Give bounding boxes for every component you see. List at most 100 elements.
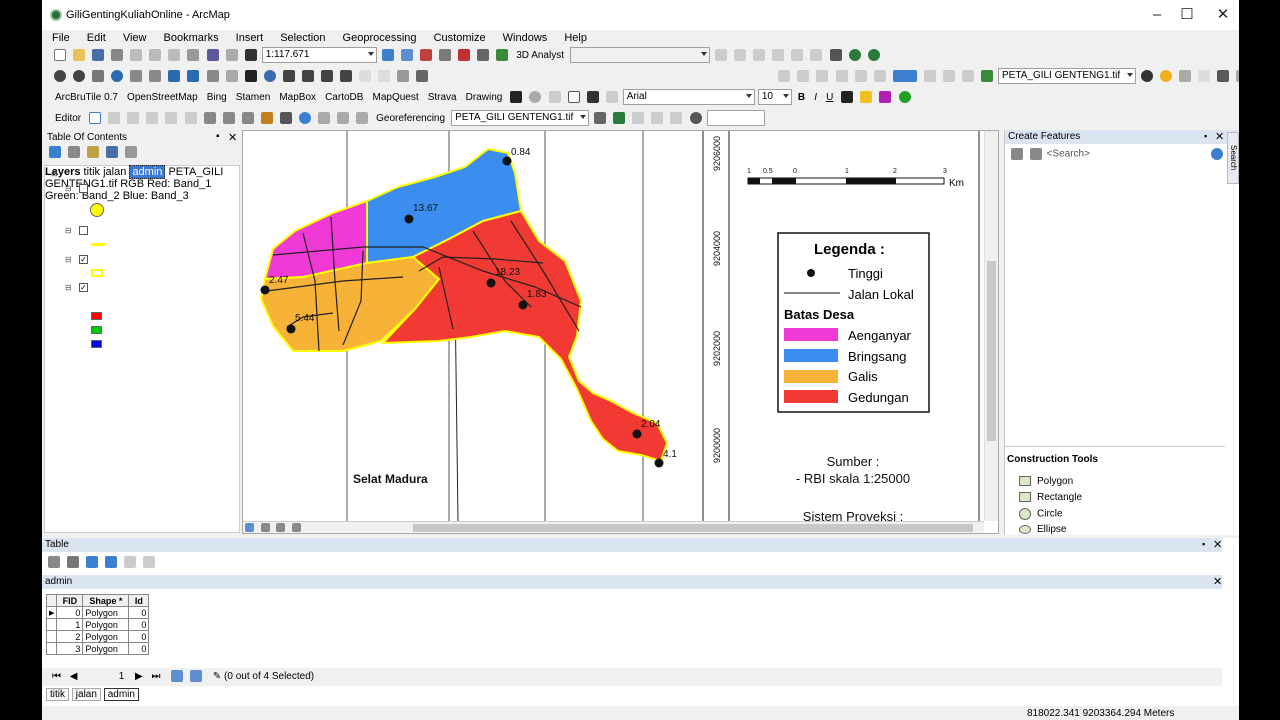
arcbrutile-menu[interactable]: ArcBruTile 0.7 <box>55 92 118 103</box>
go-to-xy-icon[interactable] <box>320 70 333 82</box>
create-features-close-icon[interactable]: ✕ <box>1215 130 1224 143</box>
list-by-source-icon[interactable] <box>68 146 81 159</box>
zoom-elements-icon[interactable] <box>548 91 561 103</box>
list-by-selection-icon[interactable] <box>106 146 119 159</box>
3d-tool-3-icon[interactable] <box>753 49 766 61</box>
minimize-button[interactable]: – <box>1142 4 1172 26</box>
effects-layer-select[interactable]: PETA_GILI GENTENG1.tif <box>998 68 1136 84</box>
table-row[interactable]: 2 Polygon 0 <box>45 630 150 643</box>
html-popup-icon[interactable] <box>378 70 391 82</box>
rotate-edit-icon[interactable] <box>298 112 311 124</box>
time-slider-icon[interactable] <box>397 70 410 82</box>
row-selector[interactable] <box>45 642 58 655</box>
attributes-icon[interactable] <box>317 112 330 124</box>
collapse-icon[interactable]: ⊟ <box>65 185 72 193</box>
table-cell[interactable]: Polygon <box>82 642 130 655</box>
table-tab-close-icon[interactable]: ✕ <box>1213 575 1222 588</box>
menu-help[interactable]: Help <box>564 30 587 46</box>
search-icon[interactable] <box>1210 148 1223 160</box>
refresh-icon[interactable] <box>276 523 286 533</box>
undo-icon[interactable] <box>206 49 219 61</box>
select-by-attributes-icon[interactable] <box>86 556 99 569</box>
layout-zoom-in-icon[interactable] <box>778 70 791 82</box>
column-header-id[interactable]: Id <box>128 594 150 607</box>
fixed-zoom-out-icon[interactable] <box>149 70 162 82</box>
row-selector-icon[interactable]: ▶ <box>45 606 58 619</box>
underline-button[interactable]: U <box>826 92 833 103</box>
scrollbar-thumb[interactable] <box>987 261 996 441</box>
trace-icon[interactable] <box>165 112 178 124</box>
scale-select[interactable]: 1:117.671 <box>261 47 377 63</box>
3d-analyst-layer-select[interactable] <box>570 47 711 63</box>
swipe-icon[interactable] <box>892 70 917 82</box>
related-tables-icon[interactable] <box>67 556 80 569</box>
layer-checkbox-raster[interactable]: ✓ <box>79 283 88 292</box>
table-cell[interactable]: Polygon <box>82 618 130 631</box>
font-size-select[interactable]: 10 <box>757 89 792 105</box>
table-cell[interactable]: 0 <box>128 618 150 631</box>
table-close-icon[interactable]: ✕ <box>1213 538 1222 551</box>
organize-templates-icon[interactable] <box>1011 148 1023 160</box>
flicker-icon[interactable] <box>1198 70 1211 82</box>
search-side-tab[interactable]: Search <box>1227 132 1239 184</box>
list-by-visibility-icon[interactable] <box>87 146 100 159</box>
pan-icon[interactable] <box>92 70 105 82</box>
3d-tool-4-icon[interactable] <box>772 49 785 61</box>
table-row[interactable]: 1 Polygon 0 <box>45 618 150 631</box>
layout-tool-4-icon[interactable] <box>942 70 955 82</box>
python-icon[interactable] <box>477 49 490 61</box>
search-window-icon[interactable] <box>438 49 451 61</box>
layer-checkbox-jalan[interactable] <box>79 226 88 235</box>
fill-color-icon[interactable] <box>860 91 873 103</box>
layout-view-icon[interactable] <box>260 523 270 533</box>
openstreetmap-menu[interactable]: OpenStreetMap <box>127 92 198 103</box>
3d-tool-1-icon[interactable] <box>715 49 728 61</box>
height-point-18-23[interactable] <box>486 278 496 288</box>
layer-admin[interactable]: admin <box>129 165 166 179</box>
3d-tool-5-icon[interactable] <box>791 49 804 61</box>
previous-record-icon[interactable]: ◀ <box>70 671 78 682</box>
layout-full-icon[interactable] <box>835 70 848 82</box>
bold-button[interactable]: B <box>798 92 805 103</box>
maximize-button[interactable]: ☐ <box>1172 4 1202 26</box>
tab-titik[interactable]: titik <box>46 688 69 701</box>
back-icon[interactable] <box>168 70 181 82</box>
height-point-13-67[interactable] <box>404 214 414 224</box>
viewer-icon[interactable] <box>416 70 429 82</box>
next-record-icon[interactable]: ▶ <box>135 671 143 682</box>
edit-annotation-icon[interactable] <box>108 112 121 124</box>
tab-jalan[interactable]: jalan <box>71 688 101 701</box>
menu-file[interactable]: File <box>52 30 70 46</box>
select-elements-icon[interactable] <box>244 70 257 82</box>
reshape-icon[interactable] <box>222 112 235 124</box>
menu-edit[interactable]: Edit <box>87 30 106 46</box>
layout-tool-icon[interactable] <box>854 70 867 82</box>
identify-icon[interactable] <box>263 70 276 82</box>
features-search-input[interactable]: <Search> <box>1047 149 1090 160</box>
find-icon[interactable] <box>282 70 295 82</box>
menu-windows[interactable]: Windows <box>503 30 548 46</box>
cartodb-menu[interactable]: CartoDB <box>325 92 363 103</box>
map-vertical-scrollbar[interactable] <box>984 131 998 521</box>
height-point-1-83[interactable] <box>518 300 528 310</box>
straight-segment-icon[interactable] <box>127 112 140 124</box>
pause-icon[interactable] <box>291 523 301 533</box>
measure-icon[interactable] <box>339 70 352 82</box>
georef-tool-icon[interactable] <box>632 112 645 124</box>
strava-menu[interactable]: Strava <box>428 92 457 103</box>
tool-ellipse[interactable]: Ellipse <box>1019 524 1066 535</box>
layer-jalan[interactable]: jalan <box>103 166 126 178</box>
list-by-drawing-order-icon[interactable] <box>49 146 61 159</box>
layer-checkbox-titik[interactable] <box>79 184 88 193</box>
select-elements-icon[interactable] <box>510 91 523 103</box>
menu-bookmarks[interactable]: Bookmarks <box>164 30 219 46</box>
rectangle-icon[interactable] <box>567 91 580 103</box>
edit-tool-icon[interactable] <box>89 112 102 124</box>
edit-vertices-icon[interactable] <box>203 112 216 124</box>
magnifier-icon[interactable] <box>1217 70 1230 82</box>
arcglobe-icon[interactable] <box>867 49 880 61</box>
map-display[interactable]: 0.84 13.67 2.47 5.44 18.23 1.83 2.04 4.1… <box>242 130 999 534</box>
table-options-icon[interactable] <box>48 556 60 569</box>
collapse-icon[interactable]: ⊟ <box>65 227 72 235</box>
table-cell[interactable]: 1 <box>56 618 84 631</box>
